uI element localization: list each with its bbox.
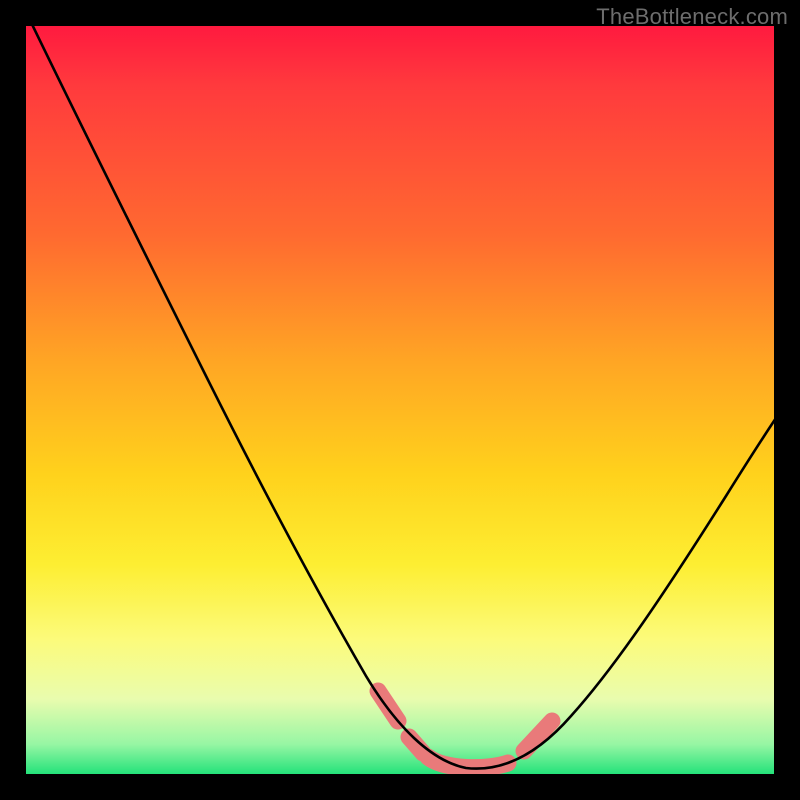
watermark-text: TheBottleneck.com <box>596 4 788 30</box>
bottleneck-curve <box>26 26 774 774</box>
curve-path <box>28 26 774 769</box>
plot-area <box>26 26 774 774</box>
chart-frame: TheBottleneck.com <box>0 0 800 800</box>
